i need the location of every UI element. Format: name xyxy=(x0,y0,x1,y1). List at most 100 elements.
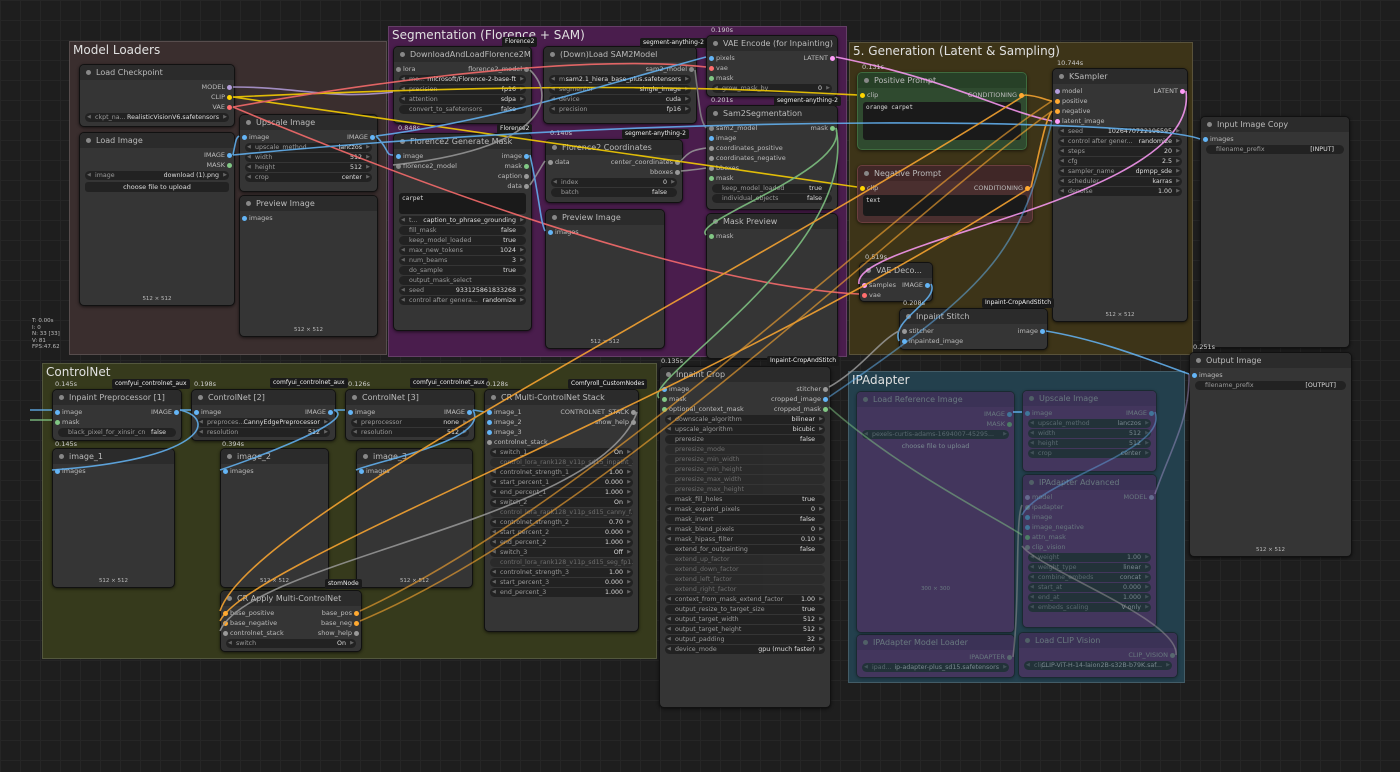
input-dot[interactable] xyxy=(860,93,865,98)
input-dot[interactable] xyxy=(709,166,714,171)
input-dot[interactable] xyxy=(487,440,492,445)
output-dot[interactable] xyxy=(524,67,529,72)
output-dot[interactable] xyxy=(227,95,232,100)
output-dot[interactable] xyxy=(174,410,179,415)
output-dot[interactable] xyxy=(1149,411,1154,416)
ipadapter-file-combo[interactable]: ipad...ip-adapter-plus_sd15.safetensors xyxy=(862,663,1009,672)
input-dot[interactable] xyxy=(902,329,907,334)
input-dot[interactable] xyxy=(1025,505,1030,510)
control-after-generate-combo[interactable]: control after genera... randomize xyxy=(399,296,526,305)
widget-extend-left-factor[interactable]: extend_left_factor xyxy=(665,575,825,584)
output-dot[interactable] xyxy=(524,164,529,169)
output-dot[interactable] xyxy=(823,397,828,402)
node-ipadapter-model-loader[interactable]: IPAdapter Model Loader IPADAPTER ipad...… xyxy=(856,634,1015,678)
input-dot[interactable] xyxy=(709,234,714,239)
keep-model-loaded-toggle[interactable]: keep_model_loaded true xyxy=(712,184,832,193)
attention-combo[interactable]: attention sdpa xyxy=(399,95,526,104)
input-dot[interactable] xyxy=(1203,137,1208,142)
widget-extend-for-outpainting[interactable]: extend_for_outpainting false xyxy=(665,545,825,554)
input-dot[interactable] xyxy=(487,410,492,415)
node-load-reference-image[interactable]: Load Reference Image IMAGE MASK pexels-c… xyxy=(856,391,1015,633)
weight-type-combo[interactable]: weight_type linear xyxy=(1028,563,1151,572)
output-mask-select-input[interactable]: output_mask_select xyxy=(399,276,526,285)
widget-downscale-algorithm[interactable]: downscale_algorithm bilinear xyxy=(665,415,825,424)
keep-model-loaded-toggle[interactable]: keep_model_loaded true xyxy=(399,236,526,245)
input-dot[interactable] xyxy=(709,76,714,81)
output-dot[interactable] xyxy=(354,631,359,636)
input-dot[interactable] xyxy=(1025,545,1030,550)
widget-switch-2[interactable]: switch_2 On xyxy=(490,498,633,507)
output-dot[interactable] xyxy=(631,420,636,425)
widget-preresize-max-height[interactable]: preresize_max_height xyxy=(665,485,825,494)
switch-combo[interactable]: switch On xyxy=(226,639,356,648)
input-dot[interactable] xyxy=(55,410,60,415)
output-dot[interactable] xyxy=(1025,186,1030,191)
ckpt-name-combo[interactable]: ckpt_na...RealisticVisionV6.safetensors xyxy=(85,113,229,122)
output-dot[interactable] xyxy=(830,126,835,131)
node-image-1[interactable]: image_1 images 512 × 512 xyxy=(52,448,175,588)
input-dot[interactable] xyxy=(709,146,714,151)
output-dot[interactable] xyxy=(524,174,529,179)
node-mask-preview[interactable]: Mask Preview mask xyxy=(706,213,838,359)
input-dot[interactable] xyxy=(1025,411,1030,416)
node-inpaint-preprocessor[interactable]: Inpaint Preprocessor [1] image IMAGE mask… xyxy=(52,389,182,441)
input-dot[interactable] xyxy=(348,410,353,415)
widget-controlnet-strength-2[interactable]: controlnet_strength_2 0.70 xyxy=(490,518,633,527)
input-dot[interactable] xyxy=(194,410,199,415)
node-preview-image-2[interactable]: Preview Image images 512 × 512 xyxy=(545,209,665,349)
input-dot[interactable] xyxy=(55,420,60,425)
upscale-method-combo[interactable]: upscale_method lanczos xyxy=(1028,419,1151,428)
node-ksampler[interactable]: KSampler model LATENT positive negative l… xyxy=(1052,68,1188,322)
output-dot[interactable] xyxy=(1019,93,1024,98)
graph-canvas[interactable]: Model Loaders Segmentation (Florence + S… xyxy=(0,0,1400,772)
input-dot[interactable] xyxy=(709,56,714,61)
output-dot[interactable] xyxy=(1149,495,1154,500)
widget-control-lora-rank128-v11p-sd15-inpaint[interactable]: control_lora_rank128_v11p_sd15_inpaint_.… xyxy=(490,458,633,467)
output-dot[interactable] xyxy=(631,410,636,415)
widget-preresize-min-height[interactable]: preresize_min_height xyxy=(665,465,825,474)
input-dot[interactable] xyxy=(548,160,553,165)
input-dot[interactable] xyxy=(709,156,714,161)
clip-name-combo[interactable]: clip...CLIP-ViT-H-14-laion2B-s32B-b79K.s… xyxy=(1024,661,1172,670)
node-preview-image[interactable]: Preview Image images 512 × 512 xyxy=(239,195,378,337)
sampler-name-combo[interactable]: sampler_name dpmpp_sde xyxy=(1058,167,1182,176)
node-cr-multi-controlnet-stack[interactable]: CR Multi-ControlNet Stack image_1 CONTROL… xyxy=(484,389,639,632)
node-vae-decode[interactable]: VAE Deco... samples IMAGE vae xyxy=(859,262,933,302)
widget-mask-expand-pixels[interactable]: mask_expand_pixels 0 xyxy=(665,505,825,514)
output-dot[interactable] xyxy=(227,163,232,168)
node-florence-generate-mask[interactable]: Florence2 Generate Mask image image flore… xyxy=(393,133,532,331)
widget-mask-fill-holes[interactable]: mask_fill_holes true xyxy=(665,495,825,504)
input-dot[interactable] xyxy=(396,67,401,72)
crop-combo[interactable]: crop center xyxy=(1028,449,1151,458)
device-combo[interactable]: device cuda xyxy=(549,95,691,104)
node-load-image[interactable]: Load Image IMAGE MASK image download (1).… xyxy=(79,132,235,306)
widget-output-target-width[interactable]: output_target_width 512 xyxy=(665,615,825,624)
height-number[interactable]: height 512 xyxy=(245,163,372,172)
input-dot[interactable] xyxy=(396,164,401,169)
node-florence-coordinates[interactable]: Florence2 Coordinates data center_coordin… xyxy=(545,139,683,203)
widget-preresize-min-width[interactable]: preresize_min_width xyxy=(665,455,825,464)
input-dot[interactable] xyxy=(242,216,247,221)
precision-combo[interactable]: precision fp16 xyxy=(399,85,526,94)
output-dot[interactable] xyxy=(354,621,359,626)
upscale-method-combo[interactable]: upscale_method lanczos xyxy=(245,143,372,152)
widget-mask-invert[interactable]: mask_invert false xyxy=(665,515,825,524)
output-dot[interactable] xyxy=(1040,329,1045,334)
node-output-image[interactable]: Output Image images filename_prefix [OUTP… xyxy=(1189,352,1352,557)
max-new-tokens-number[interactable]: max_new_tokens 1024 xyxy=(399,246,526,255)
output-dot[interactable] xyxy=(1007,412,1012,417)
widget-controlnet-strength-3[interactable]: controlnet_strength_3 1.00 xyxy=(490,568,633,577)
widget-mask-blend-pixels[interactable]: mask_blend_pixels 0 xyxy=(665,525,825,534)
widget-extend-right-factor[interactable]: extend_right_factor xyxy=(665,585,825,594)
node-controlnet-3[interactable]: ControlNet [3] image IMAGE preprocessor no… xyxy=(345,389,475,441)
input-dot[interactable] xyxy=(662,407,667,412)
input-dot[interactable] xyxy=(862,293,867,298)
node-sam2-segmentation[interactable]: Sam2Segmentation sam2_model mask image co… xyxy=(706,105,838,210)
input-dot[interactable] xyxy=(223,631,228,636)
output-dot[interactable] xyxy=(1180,89,1185,94)
input-dot[interactable] xyxy=(396,154,401,159)
segmentor-combo[interactable]: segmentor single_image xyxy=(549,85,691,94)
steps-number[interactable]: steps 20 xyxy=(1058,147,1182,156)
node-positive-prompt[interactable]: Positive Prompt clip CONDITIONING orange … xyxy=(857,72,1027,150)
widget-switch-1[interactable]: switch_1 On xyxy=(490,448,633,457)
